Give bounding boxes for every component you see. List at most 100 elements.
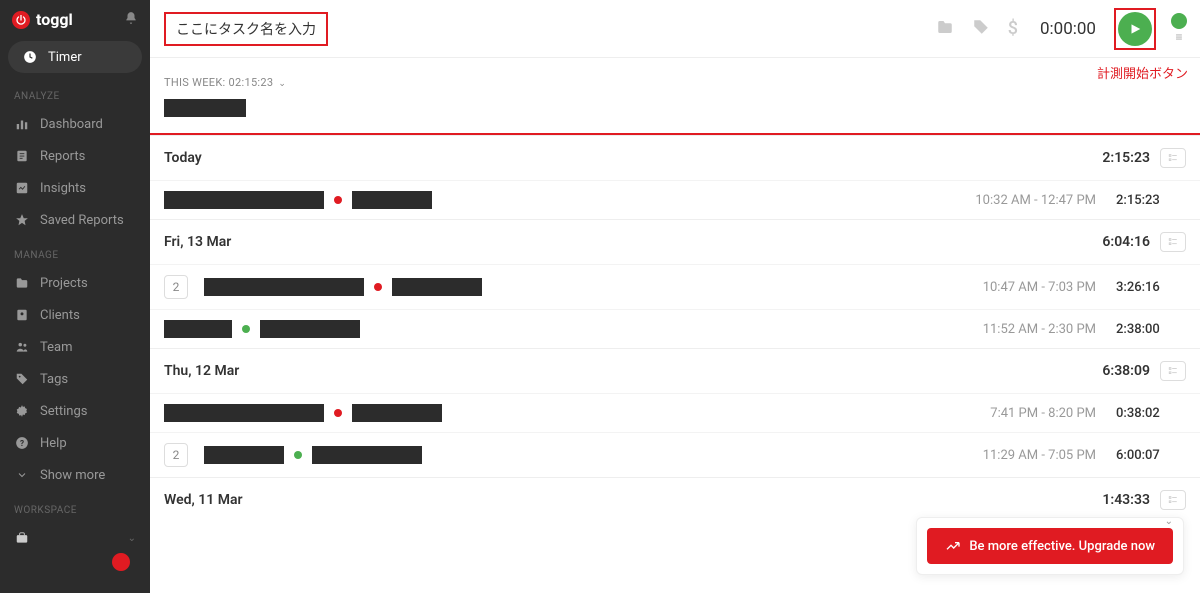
- sidebar-item-reports[interactable]: Reports: [0, 140, 150, 172]
- redacted-text: [204, 446, 284, 464]
- team-icon: [14, 339, 30, 355]
- section-manage: MANAGE: [0, 236, 150, 267]
- time-entry[interactable]: 2 11:29 AM - 7:05 PM 6:00:07: [150, 432, 1200, 477]
- sidebar-item-clients[interactable]: Clients: [0, 299, 150, 331]
- clock-icon: [22, 49, 38, 65]
- sidebar: toggl Timer ANALYZE Dashboard Reports In…: [0, 0, 150, 593]
- folder-icon[interactable]: [932, 14, 958, 44]
- entry-duration: 2:15:23: [1116, 193, 1186, 208]
- redacted-text: [392, 278, 482, 296]
- time-entry[interactable]: 7:41 PM - 8:20 PM 0:38:02: [150, 393, 1200, 432]
- sidebar-label: Reports: [40, 149, 85, 164]
- sidebar-item-settings[interactable]: Settings: [0, 395, 150, 427]
- upgrade-button[interactable]: Be more effective. Upgrade now: [927, 528, 1173, 564]
- sidebar-label: Timer: [48, 50, 82, 65]
- day-total: 6:38:09: [1102, 363, 1150, 379]
- chevron-down-icon: ⌄: [128, 533, 136, 544]
- gear-icon: [14, 403, 30, 419]
- redacted-text: [352, 191, 432, 209]
- sidebar-item-projects[interactable]: Projects: [0, 267, 150, 299]
- mode-clock-icon[interactable]: [1170, 14, 1188, 28]
- annotation-label: 計測開始ボタン: [1097, 63, 1188, 82]
- section-workspace: WORKSPACE: [0, 491, 150, 522]
- workspace-selector[interactable]: ⌄: [0, 522, 150, 554]
- sidebar-label: Show more: [40, 468, 105, 483]
- entry-count[interactable]: 2: [164, 275, 188, 299]
- entry-time-range: 10:32 AM - 12:47 PM: [975, 193, 1116, 208]
- chevron-down-icon: [14, 467, 30, 483]
- day-header: Thu, 12 Mar 6:38:09: [150, 349, 1200, 393]
- folder-icon: [14, 275, 30, 291]
- day-group: Thu, 12 Mar 6:38:09 7:41 PM - 8:20 PM 0:…: [150, 348, 1200, 477]
- entry-description: [164, 191, 432, 209]
- sidebar-item-dashboard[interactable]: Dashboard: [0, 108, 150, 140]
- dollar-icon[interactable]: $: [1004, 14, 1022, 43]
- start-button-highlight: [1114, 8, 1156, 50]
- section-analyze: ANALYZE: [0, 77, 150, 108]
- time-entry[interactable]: 2 10:47 AM - 7:03 PM 3:26:16: [150, 264, 1200, 309]
- start-button[interactable]: [1118, 12, 1152, 46]
- timer-display: 0:00:00: [1032, 19, 1104, 39]
- task-name-input[interactable]: ここにタスク名を入力: [164, 12, 328, 46]
- sidebar-item-team[interactable]: Team: [0, 331, 150, 363]
- day-total: 6:04:16: [1102, 234, 1150, 250]
- day-total: 1:43:33: [1102, 492, 1150, 508]
- entries-list: THIS WEEK: 02:15:23 ⌄ Today 2:15:23 10:3…: [150, 58, 1200, 593]
- help-icon: ?: [14, 435, 30, 451]
- sidebar-label: Help: [40, 436, 67, 451]
- chevron-down-icon: ⌄: [278, 79, 286, 89]
- running-entry[interactable]: [150, 99, 1200, 135]
- sidebar-item-show-more[interactable]: Show more: [0, 459, 150, 491]
- project-dot: [374, 283, 382, 291]
- redacted-text: [352, 404, 442, 422]
- week-summary[interactable]: THIS WEEK: 02:15:23 ⌄: [150, 58, 1200, 99]
- sidebar-label: Team: [40, 340, 73, 355]
- bulk-edit-button[interactable]: [1160, 232, 1186, 252]
- sidebar-item-saved-reports[interactable]: Saved Reports: [0, 204, 150, 236]
- sidebar-item-timer[interactable]: Timer: [8, 41, 142, 73]
- day-label: Thu, 12 Mar: [164, 363, 239, 379]
- clients-icon: [14, 307, 30, 323]
- day-header: Fri, 13 Mar 6:04:16: [150, 220, 1200, 264]
- week-label: THIS WEEK:: [164, 76, 226, 89]
- sidebar-label: Clients: [40, 308, 80, 323]
- topbar: ここにタスク名を入力 $ 0:00:00 ≡: [150, 0, 1200, 58]
- day-group: Wed, 11 Mar 1:43:33: [150, 477, 1200, 522]
- chevron-down-icon[interactable]: ⌄: [1165, 516, 1173, 527]
- bulk-edit-button[interactable]: [1160, 361, 1186, 381]
- redacted-text: [164, 99, 246, 117]
- insights-icon: [14, 180, 30, 196]
- time-entry[interactable]: 11:52 AM - 2:30 PM 2:38:00: [150, 309, 1200, 348]
- svg-text:?: ?: [20, 438, 24, 448]
- bell-icon[interactable]: [124, 10, 138, 29]
- bulk-edit-button[interactable]: [1160, 490, 1186, 510]
- entry-description: [164, 404, 442, 422]
- tag-icon[interactable]: [968, 14, 994, 44]
- time-entry[interactable]: 10:32 AM - 12:47 PM 2:15:23: [150, 180, 1200, 219]
- sidebar-item-insights[interactable]: Insights: [0, 172, 150, 204]
- week-total: 02:15:23: [229, 76, 274, 89]
- project-dot: [334, 196, 342, 204]
- logo-text: toggl: [36, 10, 73, 29]
- entry-count[interactable]: 2: [164, 443, 188, 467]
- entry-description: [164, 320, 360, 338]
- day-group: Today 2:15:23 10:32 AM - 12:47 PM 2:15:2…: [150, 135, 1200, 219]
- star-icon: [14, 212, 30, 228]
- bulk-edit-button[interactable]: [1160, 148, 1186, 168]
- sidebar-label: Projects: [40, 276, 88, 291]
- sidebar-item-tags[interactable]: Tags: [0, 363, 150, 395]
- notification-indicator[interactable]: [112, 553, 130, 571]
- redacted-text: [312, 446, 422, 464]
- logo-area: toggl: [0, 0, 150, 37]
- mode-list-icon[interactable]: ≡: [1170, 30, 1188, 44]
- upgrade-label: Be more effective. Upgrade now: [969, 539, 1155, 554]
- sidebar-item-help[interactable]: ? Help: [0, 427, 150, 459]
- entry-duration: 0:38:02: [1116, 406, 1186, 421]
- tag-icon: [14, 371, 30, 387]
- entry-time-range: 7:41 PM - 8:20 PM: [990, 406, 1116, 421]
- day-total: 2:15:23: [1102, 150, 1150, 166]
- sidebar-label: Tags: [40, 372, 68, 387]
- document-icon: [14, 148, 30, 164]
- bars-icon: [14, 116, 30, 132]
- sidebar-label: Settings: [40, 404, 87, 419]
